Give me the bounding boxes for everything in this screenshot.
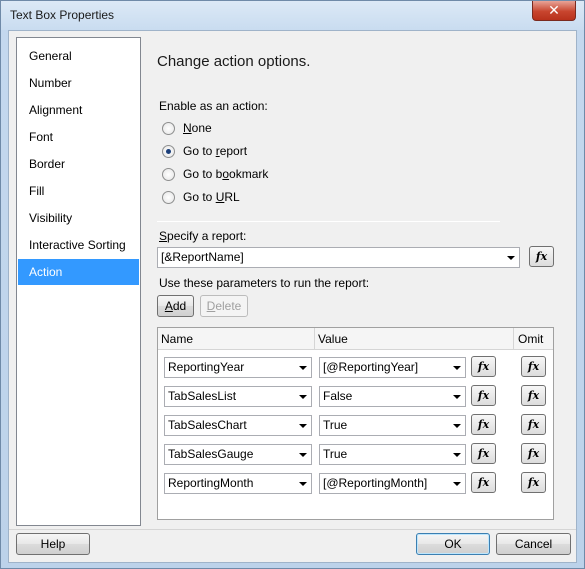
add-button[interactable]: Add [157, 295, 194, 317]
table-row: ReportingYear [@ReportingYear] fx fx [158, 354, 553, 383]
param-name-select[interactable]: TabSalesGauge [164, 444, 312, 465]
action-panel: Change action options. Enable as an acti… [147, 37, 571, 526]
chevron-down-icon [299, 366, 307, 370]
table-row: ReportingMonth [@ReportingMonth] fx fx [158, 470, 553, 499]
param-value-select[interactable]: True [319, 444, 466, 465]
param-name-select[interactable]: ReportingMonth [164, 473, 312, 494]
specify-report-label: Specify a report: [159, 229, 247, 243]
value-expression-button[interactable]: fx [471, 443, 496, 464]
dialog-client: General Number Alignment Font Border Fil… [8, 30, 577, 563]
report-select[interactable]: [&ReportName] [157, 247, 520, 268]
sidebar-item-general[interactable]: General [18, 43, 139, 69]
table-row: TabSalesChart True fx fx [158, 412, 553, 441]
parameters-label: Use these parameters to run the report: [159, 276, 370, 290]
ok-button[interactable]: OK [416, 533, 490, 555]
parameters-grid: Name Value Omit ReportingYear [@Reportin… [157, 327, 554, 520]
value-expression-button[interactable]: fx [471, 356, 496, 377]
omit-expression-button[interactable]: fx [521, 472, 546, 493]
chevron-down-icon [453, 366, 461, 370]
window-title: Text Box Properties [10, 8, 115, 22]
radio-go-to-report-label: Go to report [183, 144, 248, 158]
report-select-value: [&ReportName] [161, 250, 244, 264]
radio-button[interactable] [162, 167, 175, 181]
help-button[interactable]: Help [16, 533, 90, 555]
chevron-down-icon [299, 482, 307, 486]
sidebar-item-font[interactable]: Font [18, 124, 139, 150]
chevron-down-icon [453, 453, 461, 457]
sidebar-item-fill[interactable]: Fill [18, 178, 139, 204]
table-row: TabSalesGauge True fx fx [158, 441, 553, 470]
dialog-window: Text Box Properties ✕ General Number Ali… [0, 0, 585, 569]
value-expression-button[interactable]: fx [471, 414, 496, 435]
param-name-select[interactable]: TabSalesChart [164, 415, 312, 436]
param-name-select[interactable]: TabSalesList [164, 386, 312, 407]
radio-go-to-url-label: Go to URL [183, 190, 240, 204]
omit-expression-button[interactable]: fx [521, 385, 546, 406]
radio-go-to-url[interactable]: Go to URL [162, 189, 240, 205]
column-separator [513, 328, 514, 350]
radio-button[interactable] [162, 121, 175, 135]
chevron-down-icon [299, 424, 307, 428]
radio-none[interactable]: None [162, 120, 212, 136]
sidebar: General Number Alignment Font Border Fil… [16, 37, 141, 526]
param-value-select[interactable]: [@ReportingMonth] [319, 473, 466, 494]
close-button[interactable]: ✕ [532, 1, 576, 21]
sidebar-item-interactive-sorting[interactable]: Interactive Sorting [18, 232, 139, 258]
sidebar-item-border[interactable]: Border [18, 151, 139, 177]
sidebar-item-alignment[interactable]: Alignment [18, 97, 139, 123]
radio-go-to-bookmark[interactable]: Go to bookmark [162, 166, 268, 182]
footer-divider [9, 529, 576, 530]
column-header-name: Name [161, 332, 194, 346]
omit-expression-button[interactable]: fx [521, 443, 546, 464]
chevron-down-icon [507, 256, 515, 260]
radio-go-to-report[interactable]: Go to report [162, 143, 247, 159]
chevron-down-icon [453, 395, 461, 399]
radio-none-label: None [183, 121, 212, 135]
radio-button[interactable] [162, 190, 175, 204]
param-value-select[interactable]: False [319, 386, 466, 407]
value-expression-button[interactable]: fx [471, 472, 496, 493]
enable-action-label: Enable as an action: [159, 99, 268, 113]
sidebar-item-number[interactable]: Number [18, 70, 139, 96]
column-header-value: Value [318, 332, 348, 346]
chevron-down-icon [453, 424, 461, 428]
delete-button[interactable]: Delete [200, 295, 248, 317]
param-value-select[interactable]: True [319, 415, 466, 436]
chevron-down-icon [453, 482, 461, 486]
column-header-omit: Omit [518, 332, 544, 346]
table-row: TabSalesList False fx fx [158, 383, 553, 412]
sidebar-item-visibility[interactable]: Visibility [18, 205, 139, 231]
column-separator [314, 328, 315, 350]
cancel-button[interactable]: Cancel [496, 533, 571, 555]
close-icon: ✕ [548, 2, 560, 18]
title-bar[interactable]: Text Box Properties ✕ [1, 1, 584, 30]
omit-expression-button[interactable]: fx [521, 414, 546, 435]
radio-go-to-bookmark-label: Go to bookmark [183, 167, 269, 181]
grid-header: Name Value Omit [158, 328, 553, 350]
chevron-down-icon [299, 395, 307, 399]
param-name-select[interactable]: ReportingYear [164, 357, 312, 378]
omit-expression-button[interactable]: fx [521, 356, 546, 377]
param-value-select[interactable]: [@ReportingYear] [319, 357, 466, 378]
page-title: Change action options. [157, 53, 311, 70]
report-expression-button[interactable]: fx [529, 246, 554, 267]
chevron-down-icon [299, 453, 307, 457]
section-divider [157, 221, 500, 222]
radio-button-checked[interactable] [162, 144, 175, 158]
sidebar-item-action[interactable]: Action [18, 259, 139, 285]
value-expression-button[interactable]: fx [471, 385, 496, 406]
